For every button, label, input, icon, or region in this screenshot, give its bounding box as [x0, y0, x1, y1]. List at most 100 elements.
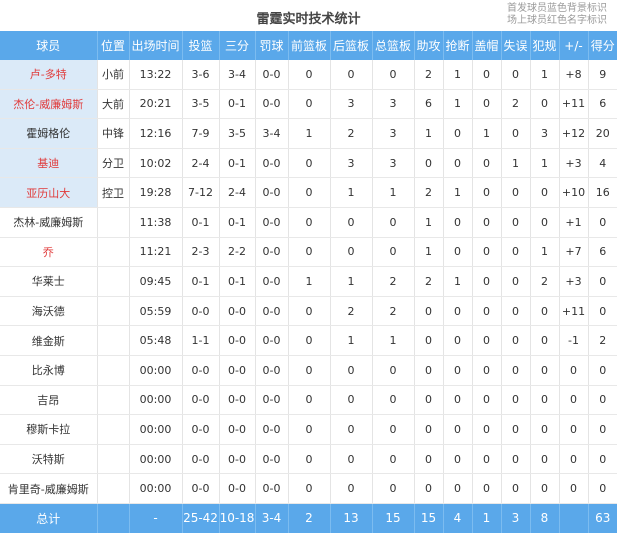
stat-cell-pm: -1 — [559, 325, 589, 356]
stat-cell-blk: 0 — [472, 207, 502, 238]
stat-cell-ast: 0 — [414, 148, 444, 179]
col-header: 后篮板 — [330, 31, 373, 60]
stat-cell-pf: 0 — [530, 385, 560, 416]
stat-cell-pts: 0 — [588, 296, 617, 327]
stat-cell-reb: 0 — [372, 207, 415, 238]
stat-cell-fg: 0-0 — [182, 473, 220, 504]
stat-cell-oreb: 0 — [288, 355, 331, 386]
stat-cell-oreb: 1 — [288, 118, 331, 149]
col-header: 投篮 — [182, 31, 220, 60]
player-name: 卢-多特 — [0, 60, 98, 90]
player-name: 亚历山大 — [0, 177, 98, 208]
stat-cell-ast: 0 — [414, 325, 444, 356]
stat-cell-fg: 3-6 — [182, 60, 220, 90]
table-row: 乔 11:21 2-3 2-2 0-0 0 0 0 1 0 0 0 1 +7 6 — [0, 237, 617, 268]
stat-cell-min: 00:00 — [129, 473, 183, 504]
stat-cell-reb: 1 — [372, 325, 415, 356]
stat-cell-stl: 0 — [443, 385, 473, 416]
stat-cell-pts: 9 — [588, 60, 617, 90]
total-cell: 3 — [501, 503, 531, 533]
stat-cell-ft: 0-0 — [255, 385, 289, 416]
stat-cell-blk: 0 — [472, 325, 502, 356]
stat-cell-dreb: 0 — [330, 385, 373, 416]
stat-cell-tp: 0-1 — [219, 148, 256, 179]
stat-cell-pos: 大前 — [97, 89, 130, 120]
stat-cell-pos: 分卫 — [97, 148, 130, 179]
stat-cell-tov: 0 — [501, 414, 531, 445]
stat-cell-fg: 2-4 — [182, 148, 220, 179]
table-row: 穆斯卡拉 00:00 0-0 0-0 0-0 0 0 0 0 0 0 0 0 0 0 — [0, 414, 617, 445]
table-row: 亚历山大 控卫 19:28 7-12 2-4 0-0 0 1 1 2 1 0 0 0 +10 16 — [0, 177, 617, 208]
stat-cell-tp: 0-1 — [219, 207, 256, 238]
table-row: 比永博 00:00 0-0 0-0 0-0 0 0 0 0 0 0 0 0 0 0 — [0, 355, 617, 386]
total-cell: 1 — [472, 503, 502, 533]
stat-cell-pf: 1 — [530, 60, 560, 90]
stat-cell-pm: 0 — [559, 385, 589, 416]
stat-cell-reb: 0 — [372, 385, 415, 416]
stat-cell-reb: 1 — [372, 177, 415, 208]
stat-cell-blk: 0 — [472, 148, 502, 179]
stat-cell-ft: 0-0 — [255, 148, 289, 179]
stat-cell-min: 00:00 — [129, 444, 183, 475]
stat-cell-pf: 0 — [530, 89, 560, 120]
stat-cell-dreb: 2 — [330, 118, 373, 149]
player-name: 穆斯卡拉 — [0, 414, 98, 445]
stat-cell-ft: 0-0 — [255, 325, 289, 356]
stat-cell-min: 00:00 — [129, 385, 183, 416]
stat-cell-stl: 0 — [443, 118, 473, 149]
stat-cell-ft: 0-0 — [255, 177, 289, 208]
stat-cell-tp: 0-0 — [219, 385, 256, 416]
stat-cell-tp: 0-0 — [219, 414, 256, 445]
stat-cell-reb: 0 — [372, 355, 415, 386]
stat-cell-fg: 7-12 — [182, 177, 220, 208]
stat-cell-tp: 3-5 — [219, 118, 256, 149]
stat-cell-stl: 0 — [443, 237, 473, 268]
stat-cell-tp: 0-0 — [219, 473, 256, 504]
table-row: 沃特斯 00:00 0-0 0-0 0-0 0 0 0 0 0 0 0 0 0 0 — [0, 444, 617, 475]
stat-cell-stl: 0 — [443, 148, 473, 179]
legend-starter: 首发球员蓝色背景标识 — [507, 3, 607, 14]
stat-cell-pts: 0 — [588, 473, 617, 504]
stat-cell-pos — [97, 266, 130, 297]
stat-cell-fg: 0-1 — [182, 207, 220, 238]
stat-cell-blk: 0 — [472, 355, 502, 386]
stat-cell-pf: 3 — [530, 118, 560, 149]
stat-cell-pf: 0 — [530, 414, 560, 445]
stat-cell-ft: 0-0 — [255, 473, 289, 504]
stat-cell-dreb: 3 — [330, 89, 373, 120]
stat-cell-pm: +3 — [559, 266, 589, 297]
total-cell: 15 — [414, 503, 444, 533]
totals-row: 总计 - 25-42 10-18 3-4 2 13 15 15 4 1 3 8 … — [0, 503, 617, 533]
stat-cell-min: 09:45 — [129, 266, 183, 297]
stat-cell-pm: 0 — [559, 444, 589, 475]
stat-cell-reb: 3 — [372, 89, 415, 120]
col-header: 出场时间 — [129, 31, 183, 60]
stat-cell-reb: 0 — [372, 444, 415, 475]
table-row: 吉昂 00:00 0-0 0-0 0-0 0 0 0 0 0 0 0 0 0 0 — [0, 385, 617, 416]
stat-cell-oreb: 0 — [288, 89, 331, 120]
stat-cell-min: 00:00 — [129, 414, 183, 445]
total-cell: 8 — [530, 503, 560, 533]
stat-cell-oreb: 0 — [288, 414, 331, 445]
stat-cell-pos: 小前 — [97, 60, 130, 90]
stat-cell-stl: 0 — [443, 444, 473, 475]
stat-cell-tp: 0-0 — [219, 325, 256, 356]
total-cell: 13 — [330, 503, 373, 533]
total-cell: 2 — [288, 503, 331, 533]
total-cell — [559, 503, 589, 533]
stat-cell-blk: 0 — [472, 237, 502, 268]
stat-cell-reb: 0 — [372, 60, 415, 90]
table-row: 卢-多特 小前 13:22 3-6 3-4 0-0 0 0 0 2 1 0 0 1 +8 9 — [0, 60, 617, 90]
stat-cell-tov: 0 — [501, 207, 531, 238]
col-header: 失误 — [501, 31, 531, 60]
player-name: 肯里奇-威廉姆斯 — [0, 473, 98, 504]
stat-cell-ast: 0 — [414, 414, 444, 445]
stat-cell-stl: 0 — [443, 414, 473, 445]
player-name: 杰林-威廉姆斯 — [0, 207, 98, 238]
stat-cell-tp: 3-4 — [219, 60, 256, 90]
stat-cell-dreb: 0 — [330, 473, 373, 504]
total-cell: 4 — [443, 503, 473, 533]
stat-cell-ft: 0-0 — [255, 60, 289, 90]
stat-cell-dreb: 3 — [330, 148, 373, 179]
stat-cell-blk: 0 — [472, 385, 502, 416]
